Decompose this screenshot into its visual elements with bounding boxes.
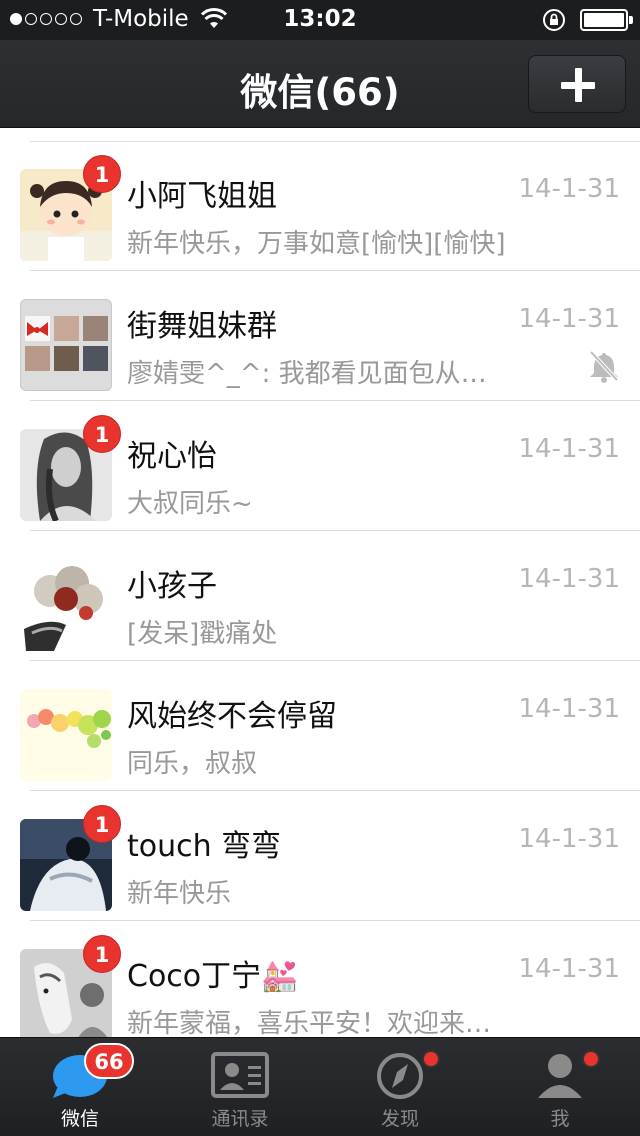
chat-name: touch 弯弯: [127, 829, 282, 864]
chat-name: Coco丁宁💒: [127, 959, 299, 994]
chat-time: 14-1-31: [518, 824, 620, 854]
tab-chats[interactable]: 66 微信: [0, 1038, 160, 1136]
add-button[interactable]: [528, 55, 626, 113]
status-right: [542, 8, 633, 32]
status-bar: T-Mobile 13:02: [0, 0, 640, 40]
unread-badge: 1: [83, 415, 121, 453]
chat-time: 14-1-31: [518, 694, 620, 724]
navigation-bar: 微信(66): [0, 40, 640, 128]
chat-row[interactable]: 1 Coco丁宁💒 14-1-31 新年蒙福，喜乐平安！欢迎来…: [0, 921, 640, 1037]
chat-row[interactable]: 小孩子 14-1-31 [发呆]戳痛处: [0, 531, 640, 661]
chat-time: 14-1-31: [518, 954, 620, 984]
tab-label: 通讯录: [211, 1108, 269, 1130]
chat-preview: 新年快乐，万事如意[愉快][愉快]: [127, 229, 506, 259]
chat-row[interactable]: 1 touch 弯弯 14-1-31 新年快乐: [0, 791, 640, 921]
tab-label: 我: [550, 1108, 570, 1130]
chat-name: 街舞姐妹群: [127, 309, 277, 344]
tab-contacts[interactable]: 通讯录: [160, 1038, 320, 1136]
group-avatar[interactable]: [20, 299, 112, 391]
tab-bar: 66 微信 通讯录 发现 我: [0, 1037, 640, 1136]
chat-name: 风始终不会停留: [127, 699, 337, 734]
tab-notification-dot: [422, 1050, 440, 1068]
chat-name: 小阿飞姐姐: [127, 179, 277, 214]
chat-time: 14-1-31: [518, 434, 620, 464]
mute-bell-icon: [589, 350, 619, 383]
chat-time: 14-1-31: [518, 174, 620, 204]
tab-me[interactable]: 我: [480, 1038, 640, 1136]
chat-name: 小孩子: [127, 569, 217, 604]
avatar[interactable]: [20, 559, 112, 651]
avatar[interactable]: [20, 689, 112, 781]
tab-notification-dot: [582, 1050, 600, 1068]
battery-icon: [580, 9, 633, 31]
compass-icon: [377, 1053, 423, 1099]
chat-row[interactable]: 1 小阿飞姐姐 14-1-31 新年快乐，万事如意[愉快][愉快]: [0, 141, 640, 271]
unread-badge: 1: [83, 935, 121, 973]
rotation-lock-icon: [543, 9, 565, 31]
contacts-card-icon: [211, 1052, 269, 1098]
chat-preview: 新年蒙福，喜乐平安！欢迎来…: [127, 1009, 492, 1037]
unread-badge: 1: [83, 155, 121, 193]
tab-badge: 66: [84, 1043, 134, 1079]
tab-label: 发现: [380, 1108, 419, 1130]
chat-name: 祝心怡: [127, 439, 217, 474]
chat-row[interactable]: 风始终不会停留 14-1-31 同乐，叔叔: [0, 661, 640, 791]
chat-preview: 同乐，叔叔: [127, 749, 258, 779]
chat-preview: 新年快乐: [127, 879, 232, 909]
chat-time: 14-1-31: [518, 304, 620, 334]
unread-badge: 1: [83, 805, 121, 843]
chat-row[interactable]: 街舞姐妹群 14-1-31 廖婧雯^_^: 我都看见面包从…: [0, 271, 640, 401]
chat-time: 14-1-31: [518, 564, 620, 594]
chat-list[interactable]: 1 小阿飞姐姐 14-1-31 新年快乐，万事如意[愉快][愉快] 街舞姐妹群 …: [0, 129, 640, 1037]
chat-preview: [发呆]戳痛处: [127, 619, 278, 649]
tab-discover[interactable]: 发现: [320, 1038, 480, 1136]
chat-preview: 大叔同乐~: [127, 489, 253, 519]
tab-label: 微信: [60, 1108, 99, 1130]
chat-preview: 廖婧雯^_^: 我都看见面包从…: [127, 359, 487, 389]
chat-row[interactable]: 1 祝心怡 14-1-31 大叔同乐~: [0, 401, 640, 531]
person-icon: [538, 1054, 582, 1098]
